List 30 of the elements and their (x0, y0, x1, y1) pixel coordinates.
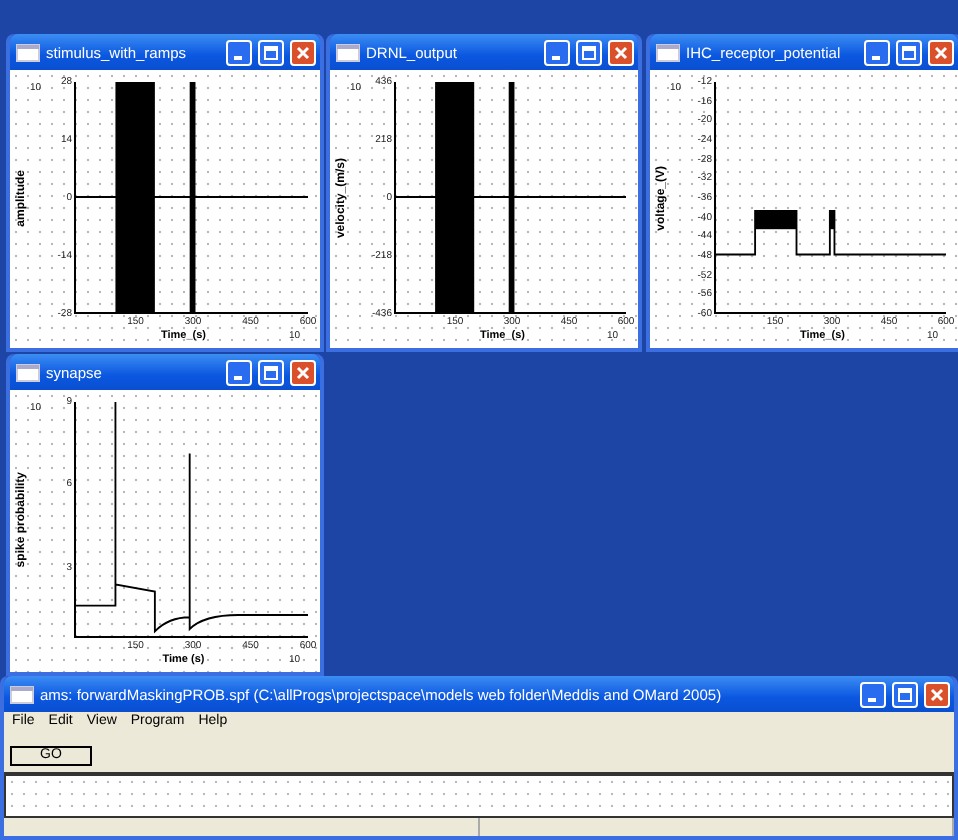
close-button[interactable] (608, 39, 634, 65)
maximize-button[interactable] (896, 39, 922, 65)
close-icon (296, 45, 310, 59)
close-icon (614, 45, 628, 59)
maximize-button[interactable] (258, 359, 284, 385)
window-icon (336, 43, 360, 61)
minimize-button[interactable] (226, 39, 252, 65)
close-button[interactable] (290, 359, 316, 385)
window-icon (16, 363, 40, 381)
maximize-icon (264, 365, 278, 379)
window-icon (656, 43, 680, 61)
minimize-button[interactable] (860, 681, 886, 707)
close-button[interactable] (290, 39, 316, 65)
maximize-icon (582, 45, 596, 59)
close-button[interactable] (924, 681, 950, 707)
maximize-icon (902, 45, 916, 59)
minimize-button[interactable] (226, 359, 252, 385)
maximize-icon (264, 45, 278, 59)
maximize-button[interactable] (892, 681, 918, 707)
maximize-button[interactable] (258, 39, 284, 65)
close-button[interactable] (928, 39, 954, 65)
maximize-icon (898, 687, 912, 701)
close-icon (934, 45, 948, 59)
minimize-button[interactable] (544, 39, 570, 65)
window-icon (10, 685, 34, 703)
minimize-button[interactable] (864, 39, 890, 65)
close-icon (930, 687, 944, 701)
maximize-button[interactable] (576, 39, 602, 65)
close-icon (296, 365, 310, 379)
window-icon (16, 43, 40, 61)
